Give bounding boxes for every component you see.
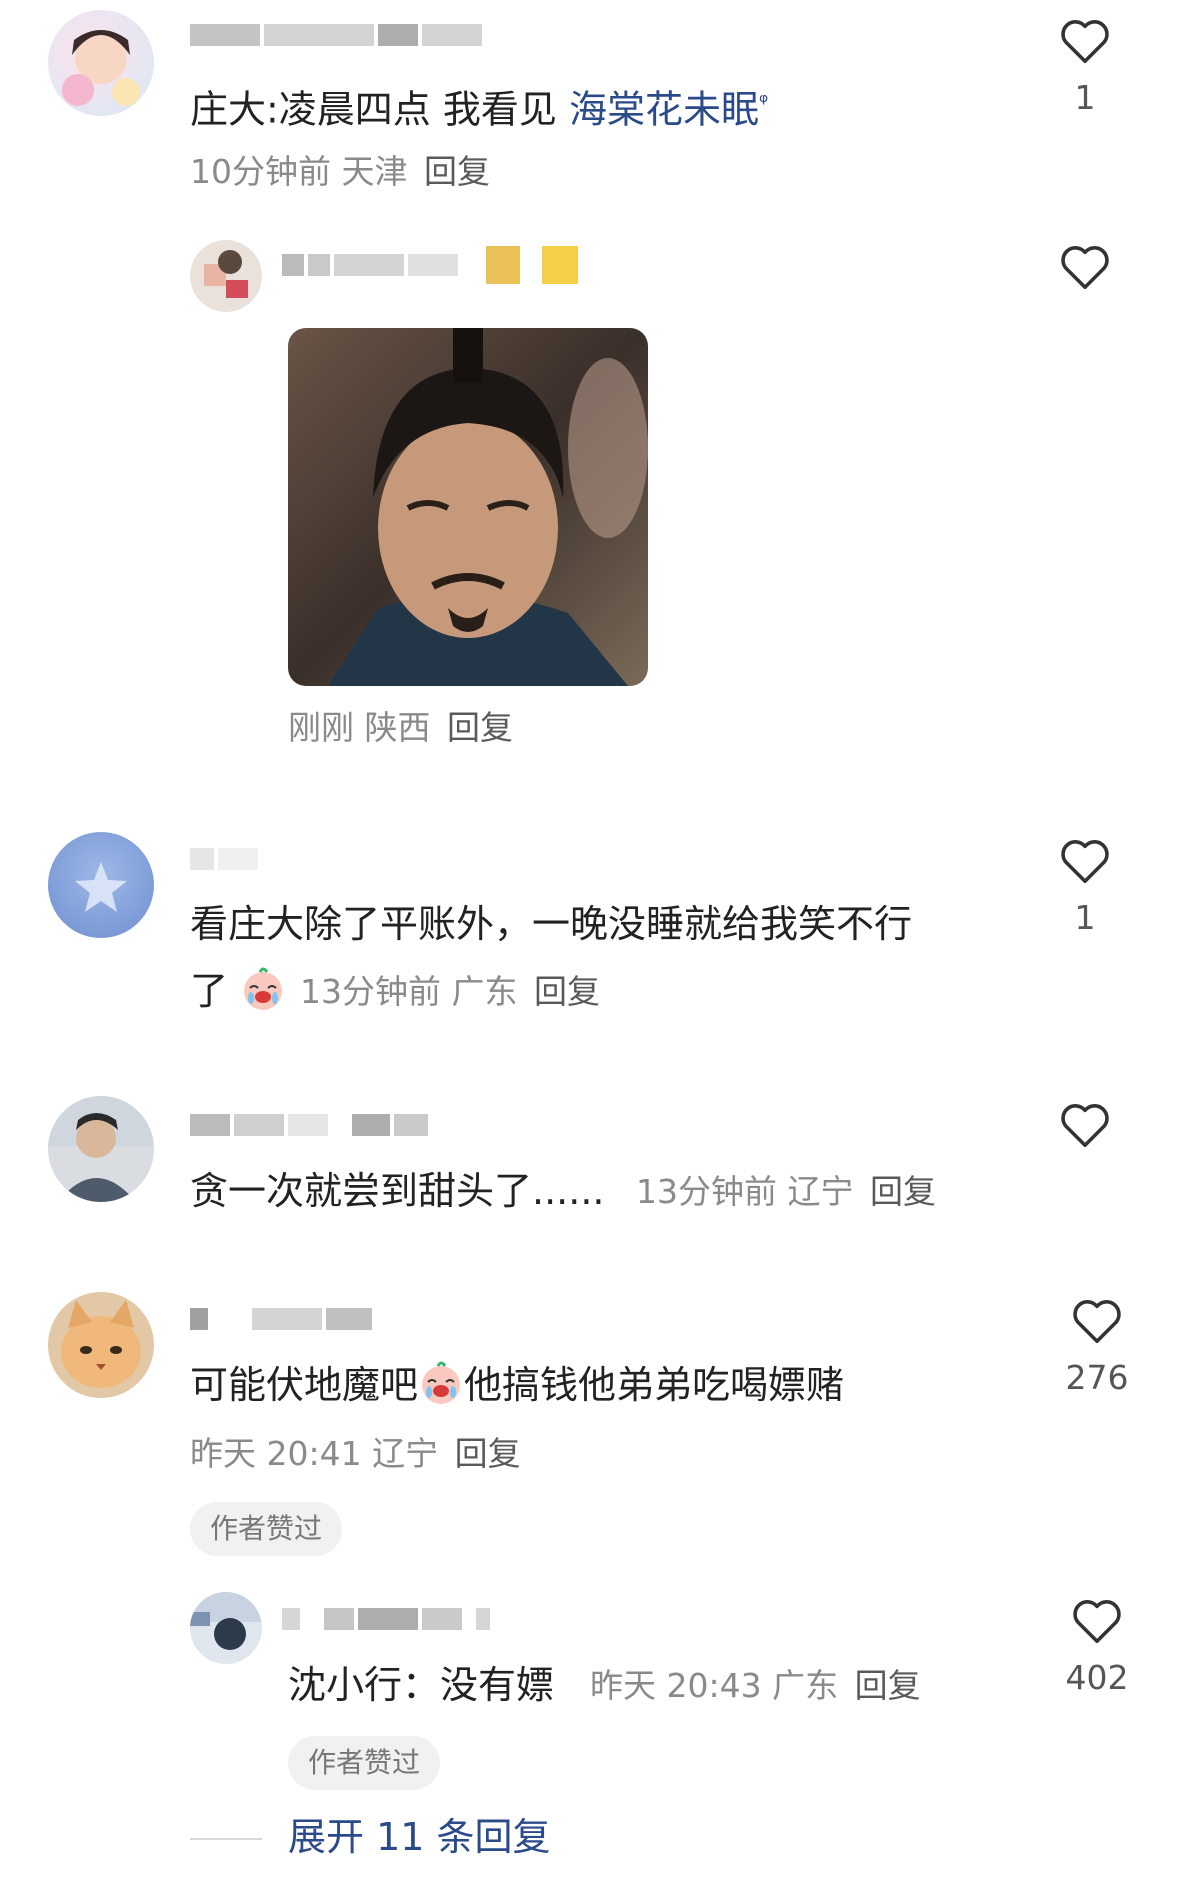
badge-icon [542,246,578,284]
like-button[interactable]: 1 [1040,836,1130,940]
avatar[interactable] [190,240,262,312]
reply-button[interactable]: 回复 [534,972,600,1011]
reply-button[interactable]: 回复 [424,152,490,191]
comment-text: 看庄大除了平账外，一晚没睡就给我笑不行 [190,902,913,946]
badge-icon [486,246,520,284]
comment-meta: 昨天 20:43 广东 回复 [590,1666,921,1705]
star-icon [75,862,127,912]
comment-meta: 13分钟前 辽宁 回复 [636,1172,936,1211]
like-count: 1 [1074,898,1096,937]
avatar-illustration [204,250,248,298]
username-redacted[interactable] [282,246,578,284]
portrait-image [288,328,648,686]
comment-meta: 刚刚 陕西 回复 [288,708,513,747]
reply-button[interactable]: 回复 [855,1666,921,1705]
heart-icon [1073,1600,1121,1644]
like-count: 1 [1074,78,1096,117]
reply-button[interactable]: 回复 [447,708,513,747]
like-button[interactable] [1040,242,1130,292]
author-liked-badge: 作者赞过 [190,1502,343,1556]
expand-divider [190,1838,262,1840]
crying-emoji-icon [422,1361,461,1404]
avatar[interactable] [190,1592,262,1664]
comment-text: 了 [190,966,286,1016]
username-redacted[interactable] [190,844,258,874]
comment-meta: 10分钟前 天津 回复 [190,152,490,191]
comment-text: 沈小行：没有嫖 [288,1663,555,1707]
avatar[interactable] [48,1096,154,1202]
avatar[interactable] [48,832,154,938]
reply-button[interactable]: 回复 [870,1172,936,1211]
avatar-illustration [190,1592,262,1650]
heart-icon [1061,246,1109,290]
username-redacted[interactable] [190,20,482,50]
comment-meta: 13分钟前 广东 回复 [300,972,600,1011]
like-button[interactable] [1040,1100,1130,1150]
heart-icon [1061,20,1109,64]
username-redacted[interactable] [282,1604,490,1634]
cat-avatar-illustration [61,1300,141,1388]
username-redacted[interactable] [190,1304,372,1334]
heart-icon [1061,840,1109,884]
like-count: 402 [1065,1658,1129,1697]
like-count: 276 [1065,1358,1129,1397]
heart-icon [1061,1104,1109,1148]
comment-meta: 昨天 20:41 辽宁 回复 [190,1434,521,1473]
avatar[interactable] [48,10,154,116]
search-link[interactable]: 海棠花未眠 [569,88,759,132]
like-button[interactable]: 402 [1052,1596,1142,1700]
comment-text: 可能伏地魔吧 他搞钱他弟弟吃喝嫖赌 [190,1360,844,1410]
crying-emoji-icon [244,967,283,1010]
avatar-illustration [48,1096,154,1202]
like-button[interactable]: 276 [1052,1296,1142,1400]
avatar-illustration [62,30,140,106]
like-button[interactable]: 1 [1040,16,1130,120]
search-icon: ᵠ [758,90,769,115]
comment-text: 贪一次就尝到甜头了...... [190,1169,605,1213]
reply-button[interactable]: 回复 [455,1434,521,1473]
expand-replies-button[interactable]: 展开 11 条回复 [288,1812,551,1862]
username-redacted[interactable] [190,1110,428,1140]
avatar[interactable] [48,1292,154,1398]
heart-icon [1073,1300,1121,1344]
comment-image[interactable] [288,328,648,686]
author-liked-badge: 作者赞过 [288,1736,441,1790]
comment-text: 庄大:凌晨四点 我看见 海棠花未眠ᵠ [190,87,769,132]
